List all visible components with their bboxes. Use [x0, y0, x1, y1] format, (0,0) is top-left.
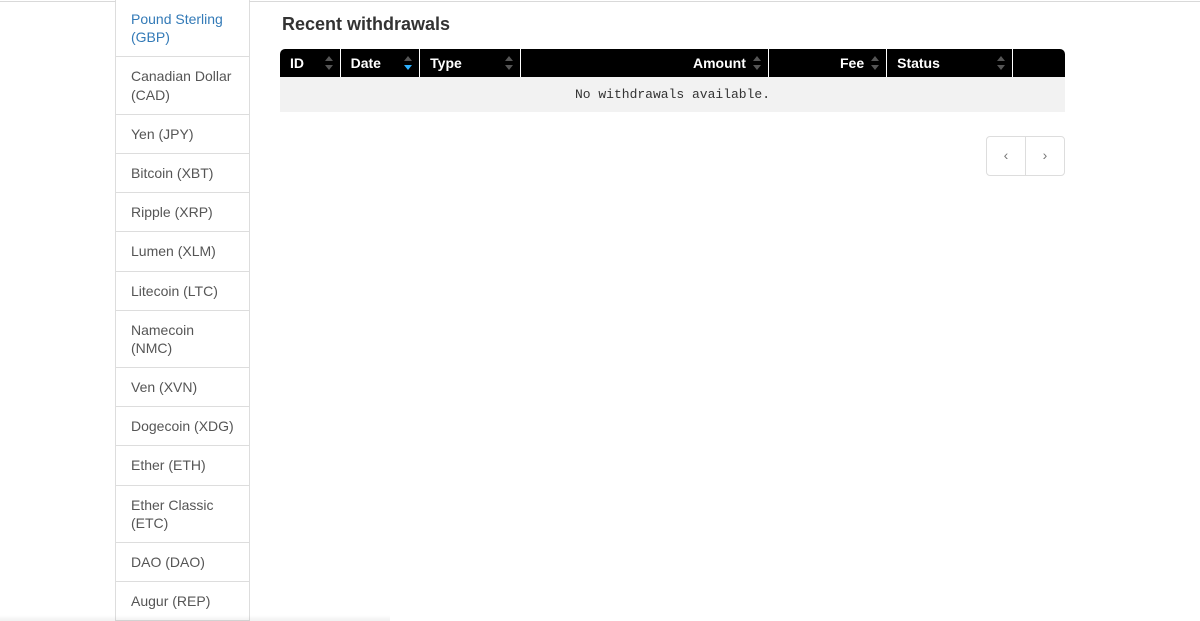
col-header-label: Type — [430, 55, 462, 71]
col-header-label: Amount — [693, 55, 746, 71]
withdrawals-table: ID Date Type Amount — [280, 49, 1065, 112]
empty-message: No withdrawals available. — [280, 77, 1065, 112]
col-header-fee[interactable]: Fee — [769, 49, 887, 77]
table-empty-row: No withdrawals available. — [280, 77, 1065, 112]
sidebar-item-yen-jpy[interactable]: Yen (JPY) — [116, 114, 249, 153]
col-header-amount[interactable]: Amount — [521, 49, 768, 77]
pager-prev-button[interactable]: ‹ — [986, 136, 1026, 176]
withdrawals-panel: Recent withdrawals ID Date Type — [250, 0, 1200, 176]
sidebar-item-label: Ven (XVN) — [131, 379, 197, 395]
sort-icon — [996, 56, 1006, 70]
sidebar-item-label: Augur (REP) — [131, 593, 210, 609]
col-header-label: Status — [897, 55, 940, 71]
sidebar-item-label: Ether (ETH) — [131, 457, 206, 473]
sidebar-item-dogecoin-xdg[interactable]: Dogecoin (XDG) — [116, 406, 249, 445]
sidebar-item-label: Litecoin (LTC) — [131, 283, 218, 299]
sidebar-item-label: Bitcoin (XBT) — [131, 165, 213, 181]
col-header-id[interactable]: ID — [280, 49, 341, 77]
sort-icon — [504, 56, 514, 70]
col-header-type[interactable]: Type — [420, 49, 521, 77]
col-header-date[interactable]: Date — [341, 49, 421, 77]
col-header-actions — [1013, 49, 1065, 77]
sidebar-item-label: Yen (JPY) — [131, 126, 194, 142]
sort-icon — [403, 56, 413, 70]
sidebar-item-label: Pound Sterling (GBP) — [131, 11, 223, 45]
sidebar-item-pound-sterling-gbp[interactable]: Pound Sterling (GBP) — [116, 0, 249, 56]
sidebar-item-label: Namecoin (NMC) — [131, 322, 194, 356]
sidebar-item-label: Dogecoin (XDG) — [131, 418, 234, 434]
pager-next-button[interactable]: › — [1025, 136, 1065, 176]
sidebar-item-label: Ripple (XRP) — [131, 204, 213, 220]
sidebar-item-dao-dao[interactable]: DAO (DAO) — [116, 542, 249, 581]
sidebar-item-ripple-xrp[interactable]: Ripple (XRP) — [116, 192, 249, 231]
col-header-label: Fee — [840, 55, 864, 71]
sidebar-item-ether-eth[interactable]: Ether (ETH) — [116, 445, 249, 484]
sort-icon — [870, 56, 880, 70]
sidebar-item-label: Canadian Dollar (CAD) — [131, 68, 231, 102]
sidebar-item-ether-classic-etc[interactable]: Ether Classic (ETC) — [116, 485, 249, 542]
sort-icon — [752, 56, 762, 70]
sidebar-item-label: Lumen (XLM) — [131, 243, 216, 259]
sidebar-item-namecoin-nmc[interactable]: Namecoin (NMC) — [116, 310, 249, 367]
sidebar-item-ven-xvn[interactable]: Ven (XVN) — [116, 367, 249, 406]
sidebar-item-augur-rep[interactable]: Augur (REP) — [116, 581, 249, 620]
currency-sidebar: Pound Sterling (GBP) Canadian Dollar (CAD… — [115, 0, 250, 621]
sort-icon — [324, 56, 334, 70]
sidebar-item-bitcoin-xbt[interactable]: Bitcoin (XBT) — [116, 153, 249, 192]
col-header-label: ID — [290, 55, 304, 71]
sidebar-item-lumen-xlm[interactable]: Lumen (XLM) — [116, 231, 249, 270]
col-header-status[interactable]: Status — [887, 49, 1013, 77]
pager: ‹ › — [280, 136, 1065, 176]
section-title: Recent withdrawals — [282, 14, 1200, 35]
sidebar-item-label: DAO (DAO) — [131, 554, 205, 570]
col-header-label: Date — [351, 55, 381, 71]
sidebar-item-label: Ether Classic (ETC) — [131, 497, 213, 531]
sidebar-item-canadian-dollar-cad[interactable]: Canadian Dollar (CAD) — [116, 56, 249, 113]
sidebar-item-litecoin-ltc[interactable]: Litecoin (LTC) — [116, 271, 249, 310]
